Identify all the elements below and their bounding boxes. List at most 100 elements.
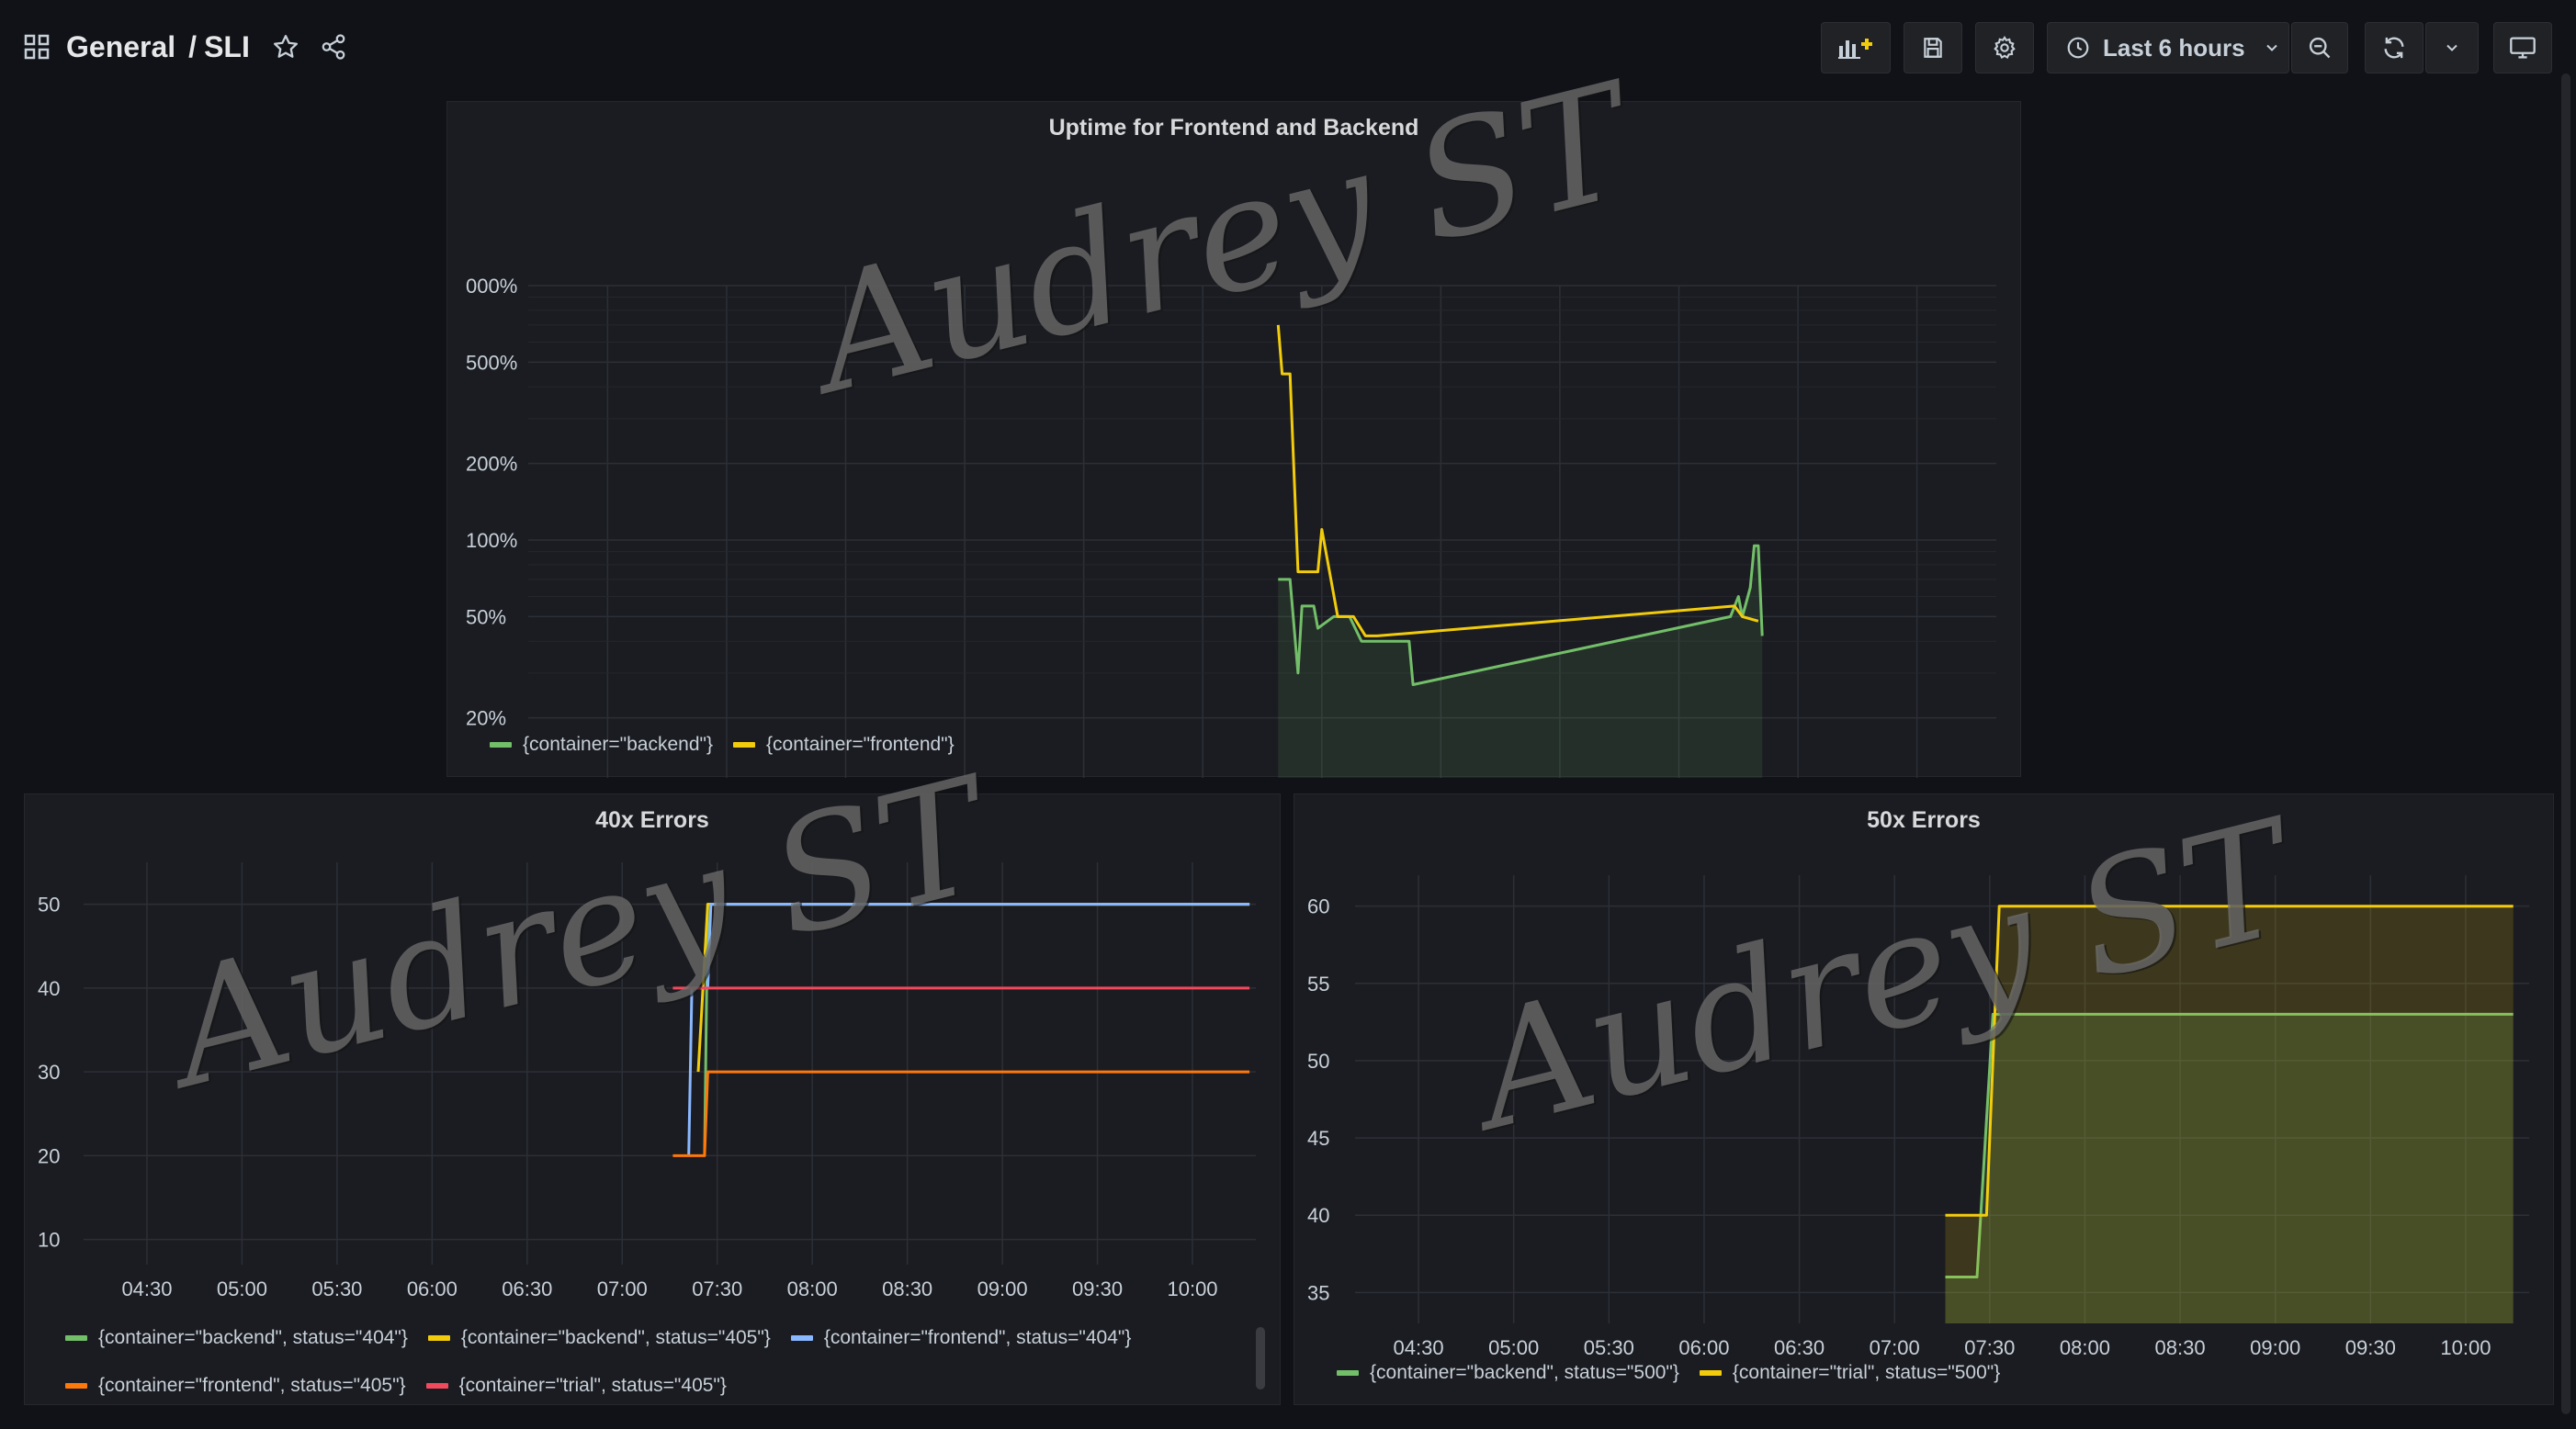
x-tick-label: 09:30: [2345, 1336, 2396, 1359]
graph-legend: {container="backend", status="404"} {cont…: [65, 1327, 1260, 1397]
breadcrumb-separator: /: [188, 29, 198, 63]
x-tick-label: 05:30: [311, 1277, 362, 1300]
add-panel-button[interactable]: [1821, 22, 1891, 73]
add-panel-icon: [1837, 35, 1874, 61]
share-icon[interactable]: [320, 33, 347, 61]
legend-label: {container="backend"}: [523, 734, 713, 755]
time-range-label: Last 6 hours: [2103, 33, 2245, 62]
save-dashboard-button[interactable]: [1904, 22, 1962, 73]
legend-label: {container="backend", status="500"}: [1370, 1362, 1679, 1383]
legend-item[interactable]: {container="backend"}: [490, 734, 713, 756]
y-tick-label: 20%: [466, 707, 506, 730]
panel-40x-errors[interactable]: 40x Errors 04:30 05:00 05:30 06:00 06:30 07:0…: [24, 793, 1281, 1405]
y-tick-label: 500%: [466, 351, 517, 374]
legend-scrollbar[interactable]: [1256, 1327, 1265, 1390]
x-tick-label: 10:00: [1167, 1277, 1217, 1300]
star-icon[interactable]: [272, 33, 299, 61]
x-tick-label: 08:00: [2060, 1336, 2110, 1359]
x-tick-label: 06:00: [1678, 1336, 1729, 1359]
legend-item[interactable]: {container="trial", status="405"}: [425, 1375, 727, 1397]
tv-mode-icon: [2509, 35, 2536, 61]
x-tick-label: 08:30: [882, 1277, 932, 1300]
uptime-graph[interactable]: 04:3005:0005:3006:0006:3007:0007:3008:00…: [447, 102, 2022, 778]
x-tick-label: 04:30: [121, 1277, 172, 1300]
legend-label: {container="frontend", status="404"}: [823, 1327, 1132, 1348]
y-tick-label: 30: [38, 1061, 60, 1084]
graph-legend: {container="backend"} {container="fronten…: [490, 734, 955, 756]
dashboard-title[interactable]: SLI: [204, 30, 250, 64]
legend-color-swatch: [1337, 1370, 1359, 1376]
legend-item[interactable]: {container="frontend", status="404"}: [790, 1327, 1132, 1349]
x-tick-label: 09:00: [2250, 1336, 2300, 1359]
breadcrumb-folder[interactable]: General: [66, 30, 175, 64]
x-tick-label: 08:00: [787, 1277, 838, 1300]
legend-label: {container="backend", status="404"}: [98, 1327, 408, 1348]
legend-label: {container="trial", status="500"}: [1732, 1362, 2001, 1383]
refresh-interval-dropdown[interactable]: [2425, 22, 2479, 73]
legend-label: {container="frontend"}: [766, 734, 955, 755]
x-tick-label: 07:30: [1964, 1336, 2015, 1359]
x-tick-label: 04:30: [1394, 1336, 1444, 1359]
tv-mode-button[interactable]: [2493, 22, 2552, 73]
y-tick-label: 35: [1307, 1281, 1329, 1304]
refresh-icon: [2381, 35, 2407, 61]
panel-50x-errors[interactable]: 50x Errors 04:30 05:00 05:30 06:00 06:30 07:0…: [1294, 793, 2554, 1405]
chevron-down-icon: [2444, 39, 2460, 56]
clock-icon: [2066, 36, 2090, 60]
x-tick-label: 07:00: [1870, 1336, 1920, 1359]
y-tick-label: 000%: [466, 275, 517, 298]
dashboard-navbar: General / SLI Last 6 hours: [0, 0, 2576, 92]
refresh-button[interactable]: [2365, 22, 2423, 73]
legend-color-swatch: [1699, 1370, 1722, 1376]
x-tick-label: 07:30: [692, 1277, 742, 1300]
legend-color-swatch: [65, 1335, 87, 1341]
y-tick-label: 55: [1307, 973, 1329, 996]
legend-color-swatch: [733, 742, 755, 748]
x-tick-label: 06:30: [1774, 1336, 1825, 1359]
zoom-out-icon: [2307, 35, 2333, 61]
legend-item[interactable]: {container="trial", status="500"}: [1699, 1362, 2001, 1384]
legend-item[interactable]: {container="frontend", status="405"}: [65, 1375, 406, 1397]
apps-grid-icon[interactable]: [24, 34, 50, 60]
legend-item[interactable]: {container="backend", status="500"}: [1337, 1362, 1679, 1384]
save-icon: [1921, 36, 1945, 60]
legend-item[interactable]: {container="backend", status="404"}: [65, 1327, 408, 1349]
x-tick-label: 08:30: [2155, 1336, 2206, 1359]
y-tick-label: 50%: [466, 605, 506, 628]
y-tick-label: 100%: [466, 529, 517, 552]
breadcrumb: General / SLI: [24, 24, 347, 70]
panel-uptime[interactable]: Uptime for Frontend and Backend 04:3005:…: [446, 101, 2022, 778]
legend-item[interactable]: {container="frontend"}: [733, 734, 955, 756]
legend-label: {container="backend", status="405"}: [460, 1327, 771, 1348]
errors-50x-graph[interactable]: 04:30 05:00 05:30 06:00 06:30 07:00 07:30 08:00…: [1294, 794, 2555, 1406]
x-tick-label: 09:30: [1072, 1277, 1123, 1300]
y-tick-label: 50: [38, 894, 60, 917]
y-tick-label: 200%: [466, 453, 517, 476]
series-line: [687, 903, 1250, 1156]
x-tick-label: 05:30: [1584, 1336, 1634, 1359]
x-tick-label: 10:00: [2440, 1336, 2491, 1359]
x-tick-label: 06:00: [407, 1277, 458, 1300]
time-range-picker[interactable]: Last 6 hours: [2047, 22, 2289, 73]
series-line: [672, 1070, 1250, 1157]
legend-item[interactable]: {container="backend", status="405"}: [427, 1327, 771, 1349]
y-tick-label: 45: [1307, 1127, 1329, 1150]
legend-color-swatch: [427, 1335, 450, 1341]
y-tick-label: 40: [38, 977, 60, 1000]
series-line: [1276, 324, 1759, 637]
legend-color-swatch: [490, 742, 512, 748]
series-line: [703, 903, 1250, 1156]
page-scrollbar[interactable]: [2561, 73, 2570, 1414]
y-tick-label: 20: [38, 1144, 60, 1167]
y-tick-label: 10: [38, 1229, 60, 1252]
series-area: [1945, 906, 2514, 1323]
x-tick-label: 05:00: [217, 1277, 267, 1300]
dashboard-settings-button[interactable]: [1975, 22, 2034, 73]
y-tick-label: 50: [1307, 1050, 1329, 1073]
zoom-out-button[interactable]: [2291, 22, 2348, 73]
legend-color-swatch: [65, 1383, 87, 1389]
legend-color-swatch: [425, 1383, 448, 1389]
x-tick-label: 06:30: [502, 1277, 552, 1300]
x-tick-label: 05:00: [1488, 1336, 1539, 1359]
errors-40x-graph[interactable]: 04:30 05:00 05:30 06:00 06:30 07:00 07:30 08:00…: [25, 794, 1282, 1406]
